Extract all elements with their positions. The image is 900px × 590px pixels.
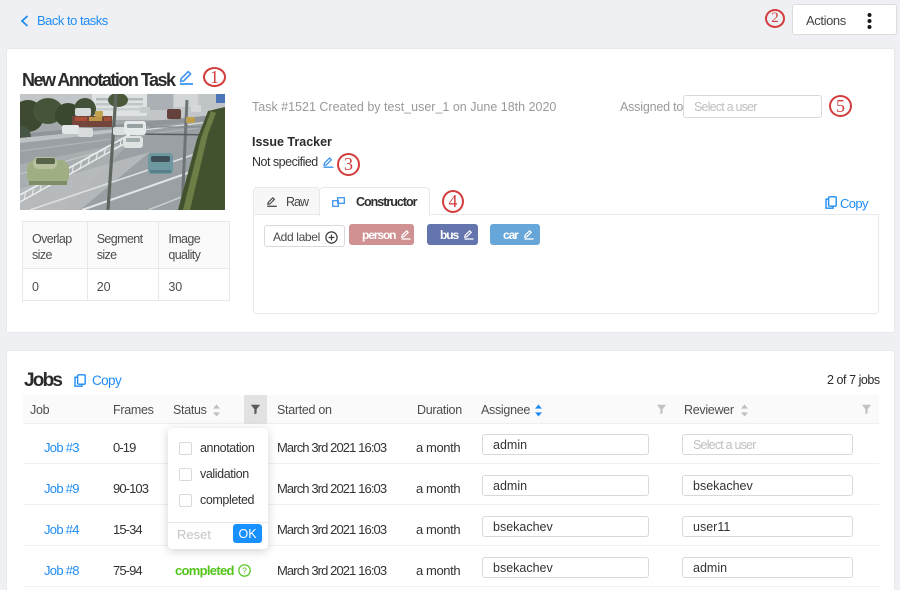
svg-text:?: ? <box>242 565 247 575</box>
